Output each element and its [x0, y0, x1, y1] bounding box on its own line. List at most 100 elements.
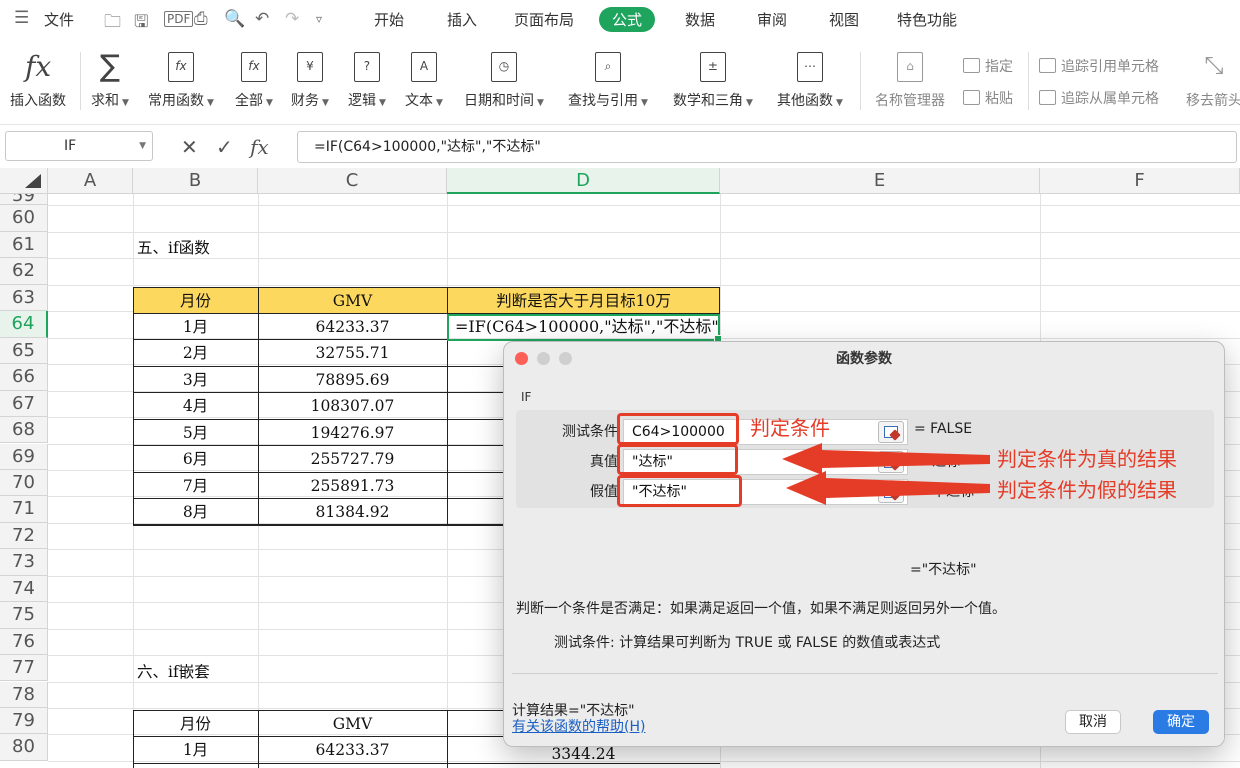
trace-dependents-button[interactable]: 追踪从属单元格	[1039, 88, 1159, 108]
print-icon[interactable]: ⎙	[194, 9, 208, 29]
ok-button[interactable]: 确定	[1153, 710, 1209, 734]
range-picker-icon[interactable]	[878, 481, 904, 503]
row-header-78[interactable]: 78	[0, 681, 48, 708]
row-header-62[interactable]: 62	[0, 258, 48, 285]
confirm-entry-icon[interactable]: ✓	[216, 135, 233, 159]
menu-file[interactable]: 文件	[44, 9, 74, 30]
table-cell-gmv[interactable]: 255891.73	[258, 473, 447, 499]
math-functions-button[interactable]: ± 数学和三角 ▼	[673, 52, 753, 110]
column-header-f[interactable]: F	[1040, 168, 1240, 194]
minimize-window-button[interactable]	[537, 352, 550, 365]
paste-name-button[interactable]: 粘贴	[963, 88, 1013, 108]
table2-cell-gmv[interactable]: 64233.37	[258, 737, 447, 763]
row-header-76[interactable]: 76	[0, 628, 48, 656]
row-header-80[interactable]: 80	[0, 734, 48, 761]
column-header-a[interactable]: A	[48, 168, 133, 194]
column-header-c[interactable]: C	[258, 168, 447, 194]
table2-cell-month[interactable]: 1月	[133, 737, 258, 763]
lookup-functions-button[interactable]: ⌕ 查找与引用 ▼	[568, 52, 648, 110]
section-title-if-nested[interactable]: 六、if嵌套	[137, 659, 210, 685]
print-preview-icon[interactable]: 🔍	[224, 9, 245, 29]
tab-formula[interactable]: 公式	[599, 7, 656, 32]
table-cell-month[interactable]: 1月	[133, 314, 258, 340]
text-functions-button[interactable]: A 文本 ▼	[405, 52, 443, 110]
export-pdf-icon[interactable]: PDF	[164, 11, 194, 27]
row-header-63[interactable]: 63	[0, 284, 48, 312]
table-cell-month[interactable]: 7月	[133, 473, 258, 499]
row-header-64[interactable]: 64	[0, 311, 48, 338]
cancel-entry-icon[interactable]: ✕	[181, 135, 198, 159]
table-cell-month[interactable]: 6月	[133, 446, 258, 472]
table-cell-month[interactable]: 5月	[133, 420, 258, 446]
select-all-corner[interactable]	[0, 168, 48, 194]
table2-header-gmv[interactable]: GMV	[258, 711, 447, 737]
column-header-b[interactable]: B	[133, 168, 258, 194]
insert-function-icon[interactable]: fx	[250, 135, 269, 159]
name-box[interactable]: IF ▼	[5, 131, 153, 161]
finance-functions-button[interactable]: ¥ 财务 ▼	[291, 52, 329, 110]
redo-icon[interactable]: ↷	[285, 9, 299, 29]
table-header-month[interactable]: 月份	[133, 288, 258, 314]
range-picker-icon[interactable]	[878, 421, 904, 443]
row-header-75[interactable]: 75	[0, 602, 48, 629]
formula-input[interactable]: =IF(C64>100000,"达标","不达标"	[297, 131, 1237, 163]
common-functions-button[interactable]: fx 常用函数 ▼	[148, 52, 214, 110]
tab-special-features[interactable]: 特色功能	[897, 9, 957, 30]
column-header-d[interactable]: D	[447, 168, 720, 194]
other-functions-button[interactable]: ⋯ 其他函数 ▼	[777, 52, 843, 110]
open-folder-icon[interactable]: 🗀	[104, 9, 121, 38]
row-header-70[interactable]: 70	[0, 469, 48, 497]
tab-data[interactable]: 数据	[685, 9, 715, 30]
row-header-71[interactable]: 71	[0, 496, 48, 523]
row-header-67[interactable]: 67	[0, 390, 48, 417]
row-header-68[interactable]: 68	[0, 417, 48, 444]
table-cell-month[interactable]: 4月	[133, 393, 258, 419]
table-cell-month[interactable]: 3月	[133, 367, 258, 393]
name-manager-button[interactable]: ⌂ 名称管理器	[875, 52, 945, 110]
cancel-button[interactable]: 取消	[1065, 710, 1121, 734]
remove-arrows-button[interactable]: ⤡ 移去箭头	[1186, 52, 1240, 110]
zoom-window-button[interactable]	[559, 352, 572, 365]
autosum-button[interactable]: ∑ 求和 ▼	[91, 52, 129, 110]
table-header-gmv[interactable]: GMV	[258, 288, 447, 314]
function-help-link[interactable]: 有关该函数的帮助(H)	[512, 716, 645, 736]
row-header-72[interactable]: 72	[0, 522, 48, 550]
row-header-60[interactable]: 60	[0, 205, 48, 232]
datetime-functions-button[interactable]: ◷ 日期和时间 ▼	[464, 52, 544, 110]
hamburger-menu-icon[interactable]: ☰	[14, 8, 29, 28]
chevron-down-icon[interactable]: ▼	[139, 132, 146, 160]
tab-start[interactable]: 开始	[374, 9, 404, 30]
row-header-59[interactable]: 59	[0, 194, 48, 206]
table-cell-month[interactable]: 8月	[133, 499, 258, 525]
section-title-if[interactable]: 五、if函数	[137, 235, 210, 261]
logic-functions-button[interactable]: ? 逻辑 ▼	[348, 52, 386, 110]
table-cell-gmv[interactable]: 64233.37	[258, 314, 447, 340]
tab-review[interactable]: 审阅	[757, 9, 787, 30]
table-cell-gmv[interactable]: 108307.07	[258, 393, 447, 419]
customize-toolbar-icon[interactable]: ▿	[316, 12, 322, 26]
insert-function-button[interactable]: fx 插入函数	[10, 52, 66, 110]
column-header-e[interactable]: E	[720, 168, 1040, 194]
row-header-65[interactable]: 65	[0, 337, 48, 365]
all-functions-button[interactable]: fx 全部 ▼	[235, 52, 273, 110]
row-header-79[interactable]: 79	[0, 708, 48, 735]
active-cell-d64[interactable]	[447, 314, 722, 343]
row-header-69[interactable]: 69	[0, 443, 48, 470]
row-header-66[interactable]: 66	[0, 364, 48, 391]
table-cell-gmv[interactable]: 194276.97	[258, 420, 447, 446]
row-header-73[interactable]: 73	[0, 549, 48, 576]
table-cell-gmv[interactable]: 81384.92	[258, 499, 447, 525]
define-name-button[interactable]: 指定	[963, 56, 1013, 76]
save-icon[interactable]: 🖫	[134, 9, 148, 38]
close-window-button[interactable]	[515, 352, 528, 365]
trace-precedents-button[interactable]: 追踪引用单元格	[1039, 56, 1159, 76]
tab-insert[interactable]: 插入	[447, 9, 477, 30]
table2-header-month[interactable]: 月份	[133, 711, 258, 737]
range-picker-icon[interactable]	[878, 451, 904, 473]
row-header-74[interactable]: 74	[0, 575, 48, 603]
table-cell-month[interactable]: 2月	[133, 340, 258, 366]
tab-view[interactable]: 视图	[829, 9, 859, 30]
undo-icon[interactable]: ↶	[255, 9, 269, 29]
table-cell-gmv[interactable]: 78895.69	[258, 367, 447, 393]
table-cell-gmv[interactable]: 255727.79	[258, 446, 447, 472]
